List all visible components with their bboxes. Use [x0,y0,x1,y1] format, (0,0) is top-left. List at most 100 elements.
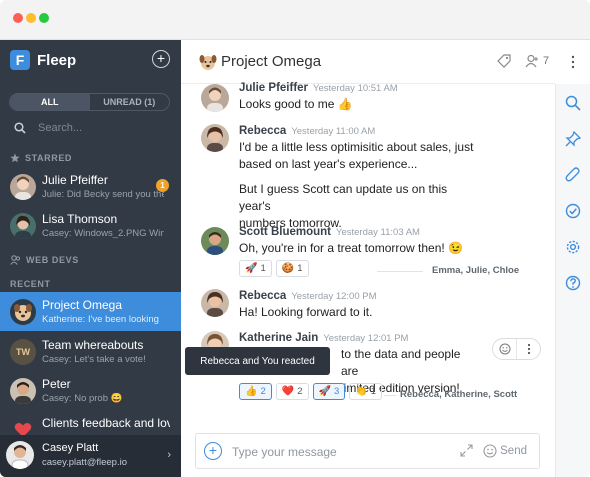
reaction-chip[interactable]: 🚀 1 [239,260,272,277]
reaction-chip[interactable]: ❤️ 2 [275,383,309,400]
minimize-window-button[interactable] [26,13,36,23]
conversation-name: Peter [42,377,71,391]
conversation-preview: Casey: No prob 😄 [42,393,123,404]
reactions: 👍 2 ❤️ 2 🚀 3 👏 1 [239,383,386,400]
conversation-name: Julie Pfeiffer [42,173,108,187]
message-author: Rebecca [239,290,287,302]
close-window-button[interactable] [13,13,23,23]
app-name: Fleep [37,51,77,69]
message-input[interactable]: Type your message [232,445,337,459]
emoji-icon[interactable] [483,444,497,458]
section-label: RECENT [10,279,51,289]
filter-unread-tab[interactable]: UNREAD (1) [90,94,170,110]
reaction-emoji: 👏 [355,386,368,397]
expand-icon[interactable] [460,444,473,457]
tag-icon[interactable] [497,54,511,68]
chat-panel: Project Omega 7 Julie Pfeiffer Yesterday … [181,40,555,477]
conversation-julie-pfeiffer[interactable]: Julie Pfeiffer Julie: Did Becky send you… [0,167,181,206]
avatar: TW [10,339,36,365]
team-icon [10,255,21,265]
paperclip-icon[interactable] [565,167,581,183]
reaction-count: 3 [333,386,340,397]
brand: F Fleep [10,50,76,70]
avatar [201,289,229,317]
message-time: Yesterday 12:01 PM [323,333,409,344]
message-header: Rebecca Yesterday 12:00 PM [239,290,377,302]
avatar [10,378,36,404]
send-button[interactable]: Send [500,445,527,457]
sidebar-search[interactable]: Search... [14,122,82,134]
read-divider [377,271,423,272]
section-starred: STARRED [10,153,72,163]
reaction-chip[interactable]: 🍪 1 [275,260,309,277]
message-text: Ha! Looking forward to it. [239,305,373,319]
conversation-name: Clients feedback and lov [42,416,170,430]
unread-badge: 1 [156,179,169,192]
filter-all-tab[interactable]: ALL [10,94,90,110]
section-web-devs: WEB DEVS [10,255,79,265]
fleep-logo-icon: F [10,50,30,70]
chat-title: Project Omega [221,53,322,70]
message-author: Rebecca [239,125,287,137]
search-input[interactable]: Search... [38,122,82,134]
avatar [201,227,229,255]
sidebar: F Fleep + ALL UNREAD (1) Search... STARR… [0,40,181,477]
members-icon[interactable] [525,54,539,68]
avatar [10,299,36,325]
conversation-project-omega[interactable]: Project Omega Katherine: I've been looki… [0,292,181,331]
more-icon[interactable] [571,55,575,69]
section-label: STARRED [25,153,73,163]
message-text: I'd be a little less optimisitic about s… [239,139,479,173]
message-time: Yesterday 10:51 AM [313,83,398,94]
conversation-peter[interactable]: Peter Casey: No prob 😄 [0,371,181,410]
title-bar [0,0,590,40]
reaction-emoji: 🚀 [245,263,258,274]
reaction-chip[interactable]: 👍 2 [239,383,272,400]
user-name: Casey Platt [42,442,99,454]
user-email: casey.platt@fleep.io [42,457,127,468]
message-time: Yesterday 11:03 AM [336,227,420,238]
conversation-name: Team whereabouts [42,338,144,352]
reaction-emoji: ❤️ [281,386,295,397]
message-more-button[interactable] [516,339,540,359]
reaction-chip[interactable]: 🚀 3 [312,383,346,400]
seen-by: Emma, Julie, Chloe [432,265,520,276]
conversation-team-whereabouts[interactable]: TW Team whereabouts Casey: Let's take a … [0,332,181,371]
maximize-window-button[interactable] [39,13,49,23]
add-reaction-button[interactable] [493,339,516,359]
gear-icon[interactable] [565,239,581,255]
current-user-bar[interactable]: Casey Platt casey.platt@fleep.io › [0,435,181,477]
search-icon [14,122,26,134]
member-count[interactable]: 7 [543,55,549,67]
message-composer[interactable]: + Type your message Send [195,433,540,469]
reaction-count: 1 [260,263,266,274]
message-text: But I guess Scott can update us on this … [239,181,479,232]
message-text: Oh, you're in for a treat tomorrow then!… [239,241,463,255]
reaction-count: 1 [370,386,376,397]
message-header: Katherine Jain Yesterday 12:01 PM [239,332,408,344]
conversation-preview: Casey: Windows_2.PNG Wind [42,228,164,239]
reaction-count: 2 [297,386,303,397]
dog-emoji-icon [199,55,217,70]
message-author: Katherine Jain [239,332,319,344]
conversation-lisa-thomson[interactable]: Lisa Thomson Casey: Windows_2.PNG Wind [0,206,181,245]
user-avatar [6,441,34,469]
chevron-right-icon[interactable]: › [167,449,171,461]
attach-plus-button[interactable]: + [204,442,222,460]
conversation-preview: Julie: Did Becky send you the [42,189,164,200]
star-icon [10,153,20,163]
seen-by: Rebecca, Katherine, Scott [400,389,518,400]
message-author: Scott Bluemount [239,226,331,238]
more-icon [527,343,530,355]
search-icon[interactable] [565,95,581,111]
pin-icon[interactable] [565,131,581,147]
reaction-emoji: 🍪 [281,263,295,274]
reaction-chip[interactable]: 👏 1 [349,383,382,400]
check-circle-icon[interactable] [565,203,581,219]
message-header: Scott Bluemount Yesterday 11:03 AM [239,226,420,238]
reaction-count: 2 [260,386,266,397]
help-icon[interactable] [565,275,581,291]
message-time: Yesterday 12:00 PM [291,291,377,302]
new-conversation-button[interactable]: + [152,50,170,68]
reaction-emoji: 🚀 [318,386,331,397]
